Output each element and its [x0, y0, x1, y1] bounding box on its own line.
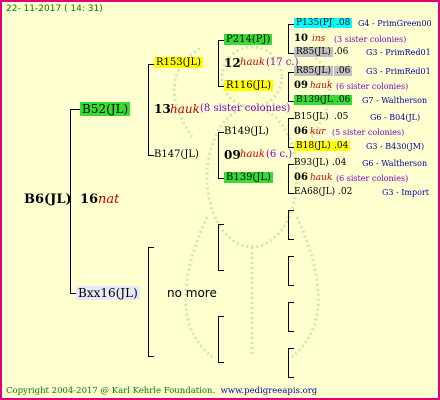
- connector-line: [218, 132, 219, 179]
- connector-line: [288, 348, 294, 349]
- gen5-r3-value: .06: [334, 66, 353, 76]
- gen4-a-id[interactable]: P214(PJ): [224, 34, 273, 45]
- gen5-r7-number: 06: [294, 172, 308, 183]
- connector-line: [288, 24, 289, 54]
- gen5-r6-value: .04: [332, 141, 351, 151]
- gen4-c-extra: (6 c.): [266, 149, 293, 160]
- gen3-race: hauk: [170, 102, 200, 116]
- connector-line: [288, 348, 289, 378]
- gen5-r8-id[interactable]: EA68(JL): [294, 187, 335, 197]
- gen5-r7-id[interactable]: B93(JL): [294, 158, 329, 168]
- connector-line: [288, 164, 289, 194]
- connector-line: [288, 377, 294, 378]
- connector-line: [218, 224, 219, 271]
- connector-line: [288, 302, 289, 332]
- connector-line: [288, 256, 289, 286]
- gen3-father-id[interactable]: B147(JL): [154, 149, 199, 160]
- gen5-r3-id[interactable]: R85(JL): [294, 66, 333, 76]
- connector-line: [218, 316, 219, 363]
- gen3-sister-colonies: (8 sister colonies): [200, 103, 291, 114]
- gen5-r1-number: 10: [294, 33, 308, 44]
- gen5-r6-breeder: G3 - B430(JM): [366, 142, 425, 151]
- gen4-c-number: 09: [224, 148, 241, 162]
- gen4-b-id[interactable]: R116(JL): [224, 80, 274, 91]
- gen2-mother-id[interactable]: B52(JL): [80, 102, 131, 116]
- gen5-r2-value: .06: [334, 47, 349, 57]
- connector-line: [148, 247, 154, 248]
- gen5-r1-race: ins: [312, 34, 326, 44]
- gen1-race: nat: [98, 192, 120, 207]
- gen4-a-race: hauk: [240, 57, 265, 68]
- connector-line: [148, 247, 149, 357]
- gen5-r7-sisters: (6 sister colonies): [336, 174, 409, 183]
- connector-line: [288, 302, 294, 303]
- gen2-father-id[interactable]: Bxx16(JL): [76, 286, 140, 300]
- gen5-r3-sisters: (6 sister colonies): [336, 82, 409, 91]
- gen5-r5-race: kur: [310, 127, 326, 137]
- copyright-text: Copyright 2004-2017 @ Karl Kehrle Founda…: [6, 386, 216, 396]
- gen5-r4-value: .06: [334, 95, 353, 105]
- gen4-d-id[interactable]: B139(JL): [224, 172, 273, 183]
- gen5-r5-sisters: (5 sister colonies): [332, 128, 405, 137]
- connector-line: [70, 109, 80, 110]
- gen5-r5-value: .05: [334, 112, 349, 122]
- connector-line: [288, 239, 294, 240]
- no-more-label: no more: [167, 286, 217, 300]
- pedigree-frame: 22- 11-2017 ( 14: 31) B6(JL) 16 nat B52(…: [0, 0, 440, 400]
- connector-line: [288, 256, 294, 257]
- connector-line: [288, 331, 294, 332]
- gen5-r1-sisters: (3 sister colonies): [334, 35, 407, 44]
- gen5-r6-id[interactable]: B18(JL): [294, 141, 333, 151]
- connector-line: [288, 210, 294, 211]
- gen5-r5-breeder: G6 - B04(JL): [370, 113, 421, 122]
- gen5-r7-race: hauk: [310, 173, 333, 183]
- copyright-footer: Copyright 2004-2017 @ Karl Kehrle Founda…: [6, 386, 317, 396]
- gen5-r3-number: 09: [294, 80, 308, 91]
- connector-line: [148, 356, 154, 357]
- gen5-r1-value: .08: [334, 18, 353, 28]
- connector-line: [70, 109, 71, 294]
- gen5-r1-breeder: G4 - PrimGreen00: [358, 19, 432, 28]
- connector-line: [218, 316, 224, 317]
- connector-line: [288, 285, 294, 286]
- gen4-a-number: 12: [224, 56, 241, 70]
- website-link[interactable]: www.pedigreeapis.org: [221, 386, 318, 396]
- gen5-r8-breeder: G3 - Import: [382, 188, 429, 197]
- gen1-queen-id[interactable]: B6(JL): [24, 192, 72, 207]
- gen5-r5-id[interactable]: B15(JL): [294, 112, 329, 122]
- gen5-r4-breeder: G7 - Waltherson: [362, 96, 428, 105]
- connector-line: [218, 362, 224, 363]
- connector-line: [218, 270, 224, 271]
- connector-line: [218, 224, 224, 225]
- gen5-r2-breeder: G3 - PrimRed01: [366, 48, 431, 57]
- connector-line: [218, 40, 219, 87]
- gen4-c-id[interactable]: B149(JL): [224, 126, 269, 137]
- gen3-number: 13: [154, 102, 171, 116]
- gen5-r7-breeder: G6 - Waltherson: [362, 159, 428, 168]
- gen4-c-race: hauk: [240, 149, 265, 160]
- connector-line: [148, 64, 149, 156]
- connector-line: [288, 210, 289, 240]
- gen5-r8-value: .02: [338, 187, 353, 197]
- generated-date: 22- 11-2017 ( 14: 31): [6, 4, 103, 14]
- gen3-mother-id[interactable]: R153(JL): [154, 57, 204, 68]
- gen5-r7-value: .04: [332, 158, 347, 168]
- gen1-queen-number: 16: [80, 192, 99, 207]
- gen5-r3-breeder: G3 - PrimRed01: [366, 67, 431, 76]
- gen5-r2-id[interactable]: R85(JL): [294, 47, 333, 57]
- gen5-r4-id[interactable]: B139(JL): [294, 95, 339, 105]
- gen5-r1-id[interactable]: P135(PJ): [294, 18, 338, 28]
- connector-line: [288, 118, 289, 148]
- gen5-r3-race: hauk: [310, 81, 333, 91]
- gen5-r5-number: 06: [294, 126, 308, 137]
- connector-line: [288, 72, 289, 102]
